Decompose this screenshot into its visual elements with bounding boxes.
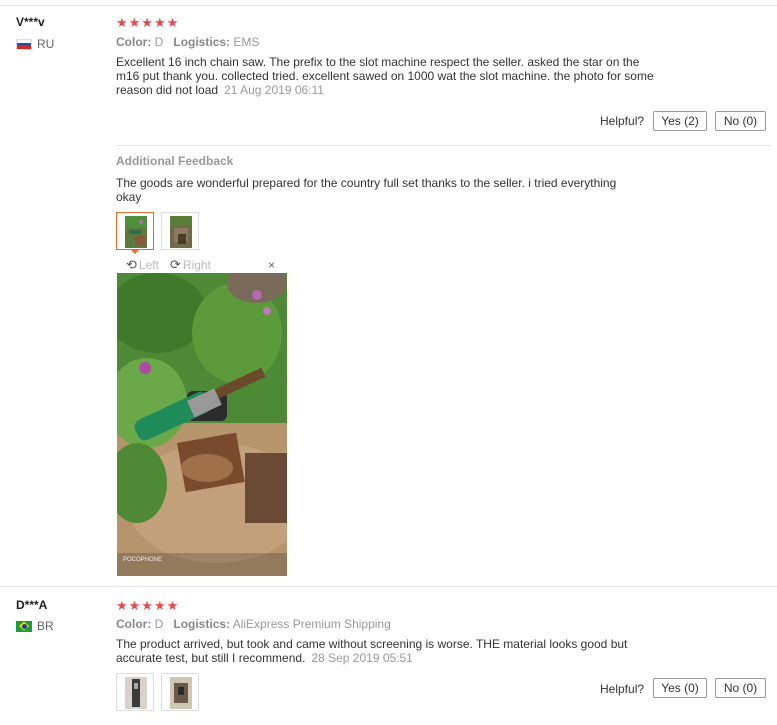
review-text-line: The product arrived, but took and came w… — [116, 637, 628, 651]
rotate-left-label: Left — [138, 258, 159, 272]
reviewer-name: D***A — [16, 598, 48, 612]
helpful-no-button[interactable]: No (0) — [715, 111, 766, 131]
review-text: The product arrived, but took and came w… — [116, 637, 716, 665]
active-thumb-indicator — [130, 249, 140, 254]
helpful-label: Helpful? — [600, 114, 645, 128]
review-text: Excellent 16 inch chain saw. The prefix … — [116, 55, 716, 97]
color-label: Color: — [116, 35, 152, 49]
feedback-text-line: okay — [116, 190, 142, 204]
additional-feedback-title: Additional Feedback — [116, 154, 234, 168]
review-text-line: Excellent 16 inch chain saw. The prefix … — [116, 55, 640, 69]
color-value: D — [154, 617, 164, 631]
review-photo-thumb[interactable] — [161, 212, 199, 250]
flag-br-icon — [16, 620, 32, 632]
review-text-line: reason did not load — [116, 83, 219, 97]
review-divider — [0, 586, 777, 587]
logistics-value: AliExpress Premium Shipping — [232, 617, 391, 631]
reviewer-country: RU — [16, 37, 54, 51]
country-code: BR — [37, 619, 54, 633]
flag-ru-icon — [16, 38, 32, 50]
rotate-left-control[interactable]: ⟲ Left — [126, 257, 159, 273]
top-divider — [0, 5, 777, 6]
star-rating: ★★★★★ — [116, 598, 180, 613]
order-info: Color: D Logistics: AliExpress Premium S… — [116, 617, 391, 631]
review-text-line: m16 put thank you. collected tried. exce… — [116, 69, 654, 83]
rotate-right-icon: ⟳ — [170, 257, 181, 272]
logistics-label: Logistics: — [173, 35, 231, 49]
helpful-yes-button[interactable]: Yes (0) — [653, 678, 707, 698]
review-date: 28 Sep 2019 05:51 — [311, 651, 413, 665]
photo-thumbnail-image — [170, 216, 192, 248]
close-icon[interactable]: × — [268, 258, 275, 272]
reviewer-country: BR — [16, 619, 54, 633]
star-rating: ★★★★★ — [116, 15, 180, 30]
additional-feedback-text: The goods are wonderful prepared for the… — [116, 176, 716, 204]
order-info: Color: D Logistics: EMS — [116, 35, 259, 49]
rotate-right-control[interactable]: ⟳ Right — [170, 257, 211, 273]
country-code: RU — [37, 37, 55, 51]
review-photo-thumb[interactable] — [116, 212, 154, 250]
review-photo-large: POCOPHONE — [117, 273, 287, 576]
rotate-right-label: Right — [182, 258, 211, 272]
photo-thumbnail-image — [170, 677, 192, 709]
logistics-label: Logistics: — [173, 617, 231, 631]
photo-image — [117, 273, 287, 576]
color-label: Color: — [116, 617, 152, 631]
photo-watermark: POCOPHONE — [123, 557, 163, 563]
review-date: 21 Aug 2019 06:11 — [224, 83, 324, 97]
review-photo-thumb[interactable] — [161, 673, 199, 711]
photo-thumbnail-image — [125, 216, 147, 248]
review-photo-thumb[interactable] — [116, 673, 154, 711]
helpful-no-button[interactable]: No (0) — [715, 678, 766, 698]
helpful-label: Helpful? — [600, 682, 645, 696]
photo-thumbnail-image — [125, 677, 147, 709]
logistics-value: EMS — [233, 35, 260, 49]
color-value: D — [154, 35, 164, 49]
feedback-divider — [116, 145, 771, 146]
helpful-yes-button[interactable]: Yes (2) — [653, 111, 707, 131]
reviewer-name: V***v — [16, 15, 45, 29]
review-text-line: accurate test, but still I recommend. — [116, 651, 306, 665]
feedback-text-line: The goods are wonderful prepared for the… — [116, 176, 617, 190]
rotate-left-icon: ⟲ — [126, 257, 137, 272]
